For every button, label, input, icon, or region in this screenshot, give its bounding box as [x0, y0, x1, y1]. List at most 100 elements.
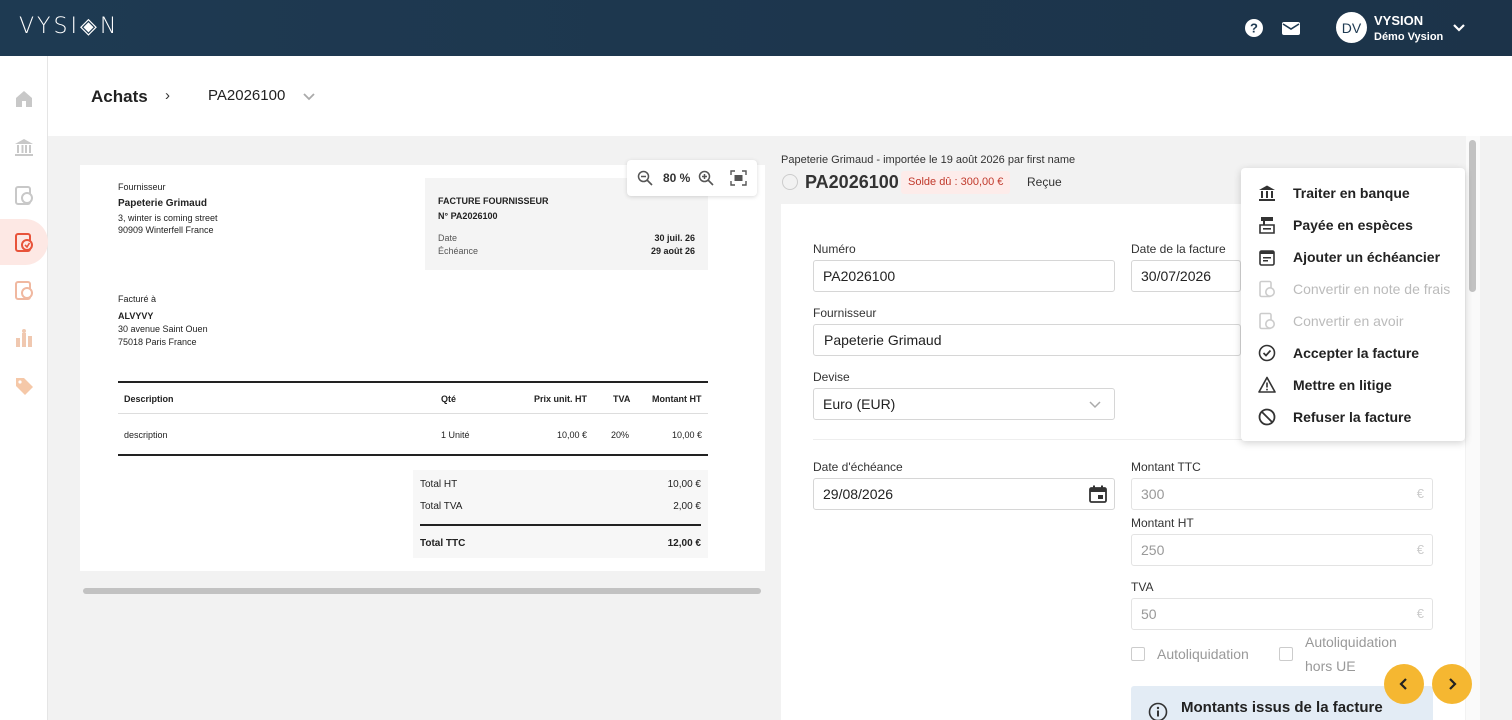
table-cell: 10,00 € — [672, 430, 703, 440]
autoliquidation-label: Autoliquidation — [1157, 646, 1249, 662]
total-ht-label: Total HT — [420, 479, 458, 490]
sidebar-item-purchases[interactable] — [0, 219, 48, 265]
menu-item-dispute[interactable]: Mettre en litige — [1241, 369, 1465, 401]
chevron-down-icon[interactable] — [302, 90, 316, 104]
autoliquidation-hors-ue-checkbox[interactable] — [1279, 647, 1293, 661]
ht-input[interactable]: 250 € — [1131, 534, 1433, 566]
total-tva-label: Total TVA — [420, 501, 463, 512]
table-top-rule — [118, 381, 708, 383]
menu-item-label: Payée en espèces — [1293, 217, 1413, 233]
page-header: Achats › PA2026100 — [48, 56, 1512, 136]
chevron-right-icon — [1449, 678, 1457, 690]
help-icon[interactable]: ? — [1244, 18, 1264, 38]
status-text: Reçue — [1027, 175, 1062, 189]
chevron-down-icon[interactable] — [1451, 20, 1467, 36]
info-icon — [1148, 702, 1168, 720]
sidebar-item-tags[interactable] — [0, 363, 48, 409]
fit-screen-icon[interactable] — [730, 170, 747, 186]
bank-icon — [15, 139, 33, 156]
ht-placeholder: 250 — [1141, 542, 1165, 558]
check-circle-icon — [782, 174, 798, 190]
sidebar-item-bank[interactable] — [0, 124, 48, 170]
zoom-in-icon[interactable] — [698, 170, 714, 186]
table-cell: description — [124, 430, 168, 440]
user-org[interactable]: Démo Vysion — [1374, 31, 1443, 43]
sidebar-item-reports[interactable] — [0, 315, 48, 361]
scrollbar-thumb[interactable] — [83, 588, 761, 594]
check-circle-icon — [1258, 344, 1276, 362]
menu-item-schedule[interactable]: Ajouter un échéancier — [1241, 241, 1465, 273]
app-logo[interactable]: VYSI◈N — [19, 14, 119, 39]
supplier-address-line: 90909 Winterfell France — [118, 225, 214, 235]
vertical-scrollbar[interactable] — [1466, 136, 1480, 720]
column-header: Montant HT — [652, 394, 702, 404]
expenses-icon — [15, 281, 33, 300]
menu-item-label: Convertir en avoir — [1293, 313, 1404, 329]
tva-placeholder: 50 — [1141, 606, 1157, 622]
total-tva-value: 2,00 € — [673, 501, 701, 512]
calendar-icon — [1259, 250, 1275, 266]
due-date-input[interactable]: 29/08/2026 — [813, 478, 1115, 510]
horizontal-scrollbar[interactable] — [80, 585, 765, 597]
zoom-out-icon[interactable] — [637, 170, 653, 186]
purchases-icon — [15, 233, 33, 252]
ttc-input[interactable]: 300 € — [1131, 478, 1433, 510]
currency-label: Devise — [813, 370, 850, 384]
sidebar-item-sales[interactable] — [0, 172, 48, 218]
actions-menu: Traiter en banque Payée en espèces Ajout… — [1241, 168, 1465, 441]
menu-item-label: Refuser la facture — [1293, 409, 1412, 425]
sales-icon — [15, 186, 33, 205]
avatar[interactable]: DV — [1336, 12, 1367, 43]
autoliquidation-checkbox[interactable] — [1131, 647, 1145, 661]
next-button[interactable] — [1432, 664, 1472, 704]
euro-symbol: € — [1416, 606, 1424, 621]
calendar-icon[interactable] — [1088, 484, 1108, 504]
autoliquidation-hors-ue-label: Autoliquidation — [1305, 634, 1397, 650]
menu-item-expense-note[interactable]: Convertir en note de frais — [1241, 273, 1465, 305]
expense-note-icon — [1259, 280, 1275, 298]
supplier-input[interactable]: Papeterie Grimaud — [813, 324, 1241, 356]
sidebar — [0, 56, 48, 720]
supplier-field-label: Fournisseur — [813, 306, 877, 320]
breadcrumb-root[interactable]: Achats — [91, 87, 148, 107]
table-cell: 1 Unité — [441, 430, 470, 440]
table-bottom-rule — [118, 454, 708, 456]
invoice-date-label: Date de la facture — [1131, 242, 1226, 256]
import-meta: Papeterie Grimaud - importée le 19 août … — [781, 154, 1076, 166]
due-date-label: Date d'échéance — [813, 460, 903, 474]
breadcrumb-current[interactable]: PA2026100 — [208, 87, 285, 104]
menu-item-cash[interactable]: Payée en espèces — [1241, 209, 1465, 241]
scrollbar-thumb[interactable] — [1469, 140, 1476, 292]
column-header: Qté — [441, 394, 457, 404]
currency-select[interactable]: Euro (EUR) — [813, 388, 1115, 420]
menu-item-label: Convertir en note de frais — [1293, 281, 1451, 297]
menu-item-refuse[interactable]: Refuser la facture — [1241, 401, 1465, 433]
sidebar-item-expenses[interactable] — [0, 267, 48, 313]
ban-icon — [1258, 408, 1276, 426]
menu-item-label: Mettre en litige — [1293, 377, 1392, 393]
totals-rule — [420, 524, 701, 526]
reports-icon — [16, 329, 32, 347]
document-number: N° PA2026100 — [438, 211, 498, 221]
billed-to-name: ALVYVY — [118, 311, 154, 321]
document-title: PA2026100 — [805, 172, 899, 192]
top-bar: VYSI◈N ? DV VYSION Démo Vysion — [0, 0, 1512, 56]
supplier-label: Fournisseur — [118, 182, 166, 192]
previous-button[interactable] — [1384, 664, 1424, 704]
numero-input[interactable]: PA2026100 — [813, 260, 1115, 292]
mail-icon[interactable] — [1281, 18, 1301, 38]
bank-icon — [1259, 185, 1275, 201]
table-header-rule — [118, 413, 708, 414]
sidebar-item-home[interactable] — [0, 76, 48, 122]
autoliquidation-hors-ue-label: hors UE — [1305, 658, 1356, 674]
due-value: 29 août 26 — [650, 246, 695, 256]
due-date-value: 29/08/2026 — [823, 486, 894, 502]
menu-item-accept[interactable]: Accepter la facture — [1241, 337, 1465, 369]
invoice-date-input[interactable]: 30/07/2026 — [1131, 260, 1241, 292]
user-name[interactable]: VYSION — [1374, 13, 1423, 28]
table-cell: 20% — [611, 430, 630, 440]
menu-item-credit-note[interactable]: Convertir en avoir — [1241, 305, 1465, 337]
zoom-toolbar: 80 % — [627, 160, 757, 196]
menu-item-bank[interactable]: Traiter en banque — [1241, 177, 1465, 209]
tva-input[interactable]: 50 € — [1131, 598, 1433, 630]
